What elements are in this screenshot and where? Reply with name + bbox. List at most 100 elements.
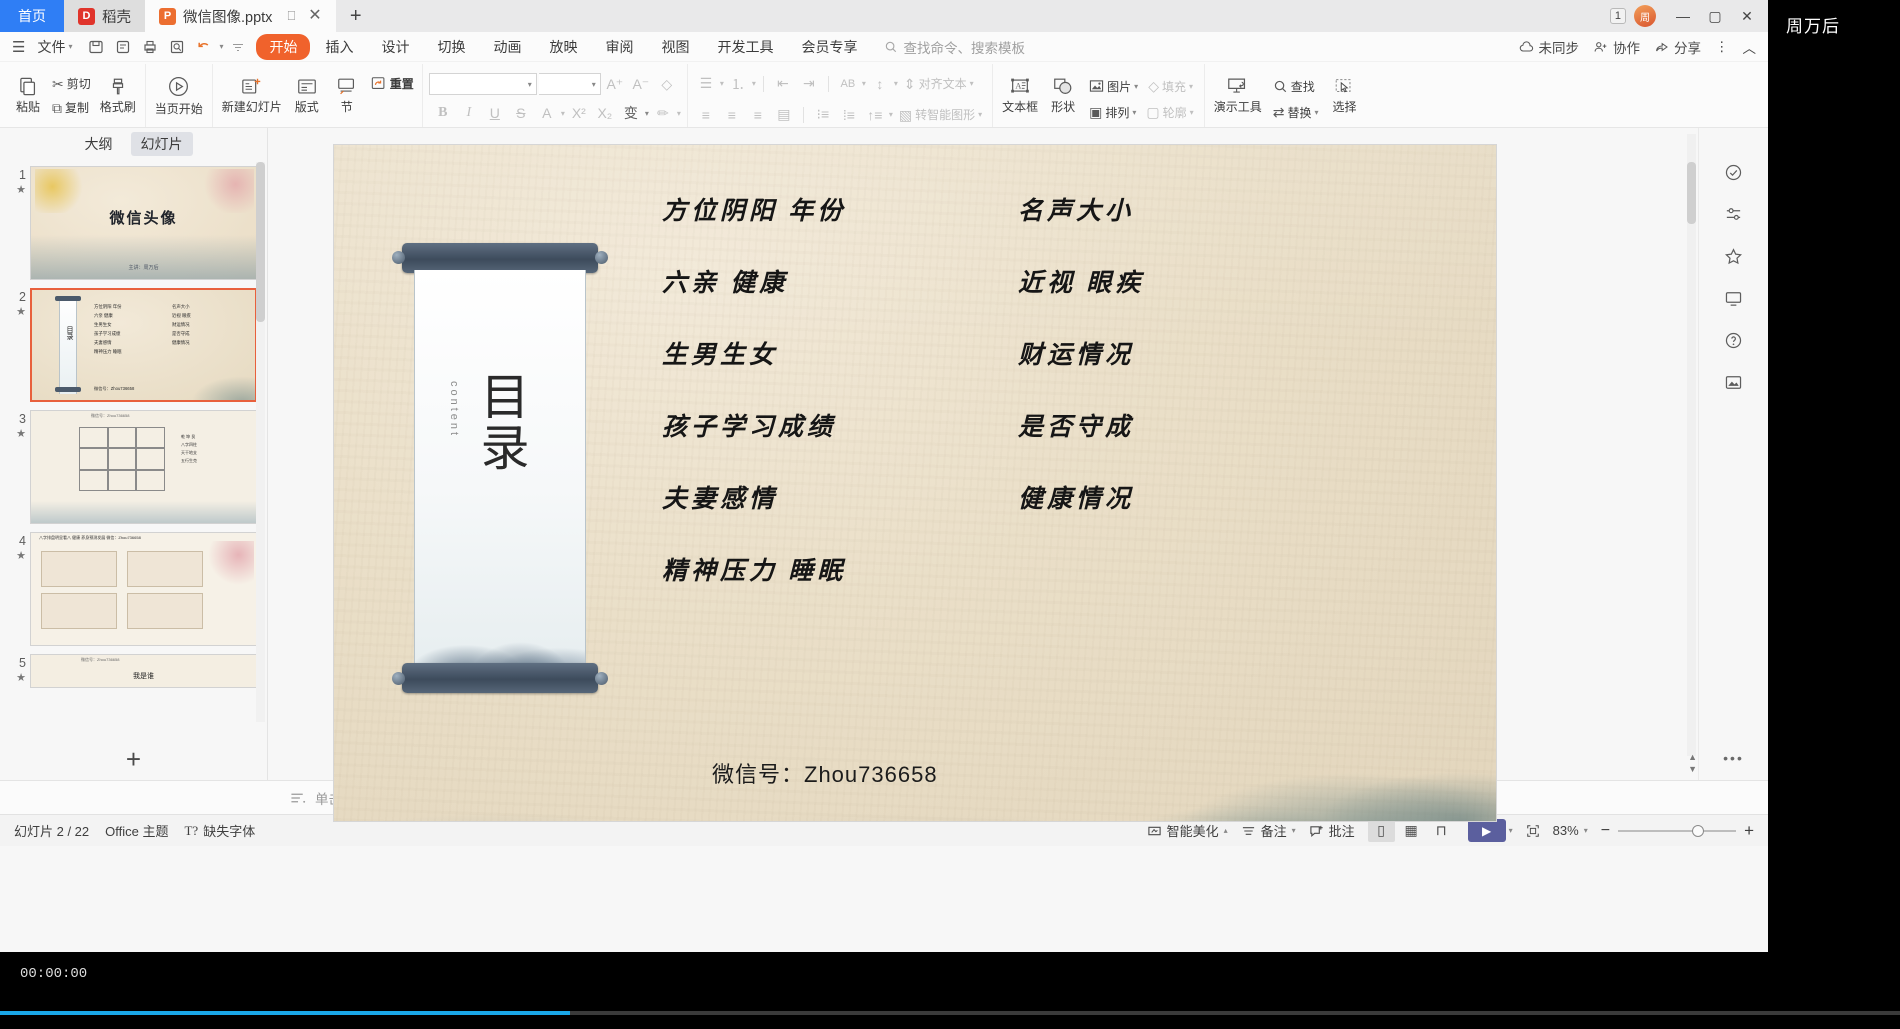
zoom-out-button[interactable]: −: [1601, 822, 1610, 840]
tab-outline-view[interactable]: 大纲: [75, 132, 123, 156]
start-slideshow-button[interactable]: ▶: [1467, 819, 1506, 842]
cut-button[interactable]: ✂ 剪切: [48, 73, 95, 94]
text-direction-icon[interactable]: AB: [836, 72, 860, 96]
zoom-slider[interactable]: − +: [1601, 821, 1754, 841]
avatar[interactable]: 周: [1634, 5, 1656, 27]
tab-slideshow[interactable]: 放映: [536, 34, 590, 60]
copy-button[interactable]: ⧉ 复制: [48, 97, 95, 118]
underline-button[interactable]: U: [483, 101, 507, 125]
thumbnail-scrollbar[interactable]: [256, 162, 265, 722]
print-preview-icon[interactable]: [111, 36, 135, 58]
customize-toolbar-icon[interactable]: [226, 36, 250, 58]
bullet-list-icon[interactable]: ☰: [694, 72, 718, 96]
favorite-star-icon[interactable]: [1720, 242, 1748, 270]
section-button[interactable]: 节: [327, 74, 367, 117]
close-window-button[interactable]: ✕: [1732, 3, 1762, 29]
collaborate-button[interactable]: 协作: [1593, 37, 1640, 57]
increase-font-size-button[interactable]: A⁺: [603, 72, 627, 96]
list-level-icon[interactable]: ↑≡: [863, 103, 887, 127]
format-pane-icon[interactable]: [1720, 200, 1748, 228]
tab-slides-view[interactable]: 幻灯片: [130, 132, 193, 156]
comment-button[interactable]: 批注: [1309, 821, 1355, 840]
maximize-button[interactable]: ▢: [1700, 3, 1730, 29]
search-command-input[interactable]: 查找命令、搜索模板: [884, 37, 1025, 57]
smart-beautify-button[interactable]: 智能美化 ▴: [1147, 821, 1228, 840]
print-find-icon[interactable]: [165, 36, 189, 58]
reset-button[interactable]: 重置: [367, 73, 418, 94]
fill-button[interactable]: ◇ 填充 ▾: [1144, 76, 1197, 97]
superscript-button[interactable]: X²: [567, 101, 591, 125]
change-case-chevron-down-icon[interactable]: ▾: [645, 109, 649, 118]
slideshow-chevron-down-icon[interactable]: ▾: [1509, 826, 1513, 835]
align-left-icon[interactable]: ≡: [694, 103, 718, 127]
font-name-input[interactable]: ▾: [428, 73, 537, 95]
zoom-slider-track[interactable]: [1618, 824, 1737, 837]
canvas-scroll-steppers[interactable]: ▲ ▼: [1688, 752, 1697, 774]
tab-start[interactable]: 开始: [256, 33, 311, 60]
tab-view[interactable]: 视图: [648, 34, 702, 60]
slide-thumbnail-3[interactable]: 3 ★ 乾 坤 艮八字四柱 天干地支 五行生克 微信号：Zhou736658: [0, 406, 267, 528]
list-level-chevron-down-icon[interactable]: ▾: [889, 110, 893, 119]
undo-icon[interactable]: [192, 36, 216, 58]
tab-animation[interactable]: 动画: [480, 34, 534, 60]
outline-button[interactable]: ▢ 轮廓 ▾: [1142, 102, 1197, 123]
align-center-icon[interactable]: ≡: [720, 103, 744, 127]
change-case-button[interactable]: 变: [619, 101, 643, 125]
align-right-icon[interactable]: ≡: [746, 103, 770, 127]
canvas-scrollbar[interactable]: [1687, 134, 1696, 756]
ribbon-more-icon[interactable]: ⋮: [1715, 39, 1729, 55]
right-rail-more-icon[interactable]: •••: [1723, 750, 1744, 766]
decrease-font-size-button[interactable]: A⁻: [629, 72, 653, 96]
strikethrough-button[interactable]: S: [509, 101, 533, 125]
scroll-graphic[interactable]: content 目录: [392, 243, 608, 693]
file-menu-button[interactable]: 文件 ▾: [31, 37, 78, 57]
line-spacing-chevron-down-icon[interactable]: ▾: [894, 79, 898, 88]
save-icon[interactable]: [84, 36, 108, 58]
layout-button[interactable]: 版式: [287, 74, 327, 117]
tab-docer[interactable]: D 稻壳: [64, 0, 145, 32]
scroll-up-icon[interactable]: ▲: [1688, 752, 1697, 762]
slide-thumbnail-1[interactable]: 1 ★ 微信头像 主讲：周万后: [0, 162, 267, 284]
distribute-icon[interactable]: ⁝≡: [811, 103, 835, 127]
slide-canvas[interactable]: content 目录 方位阴阳 年份 六亲 健康 生男生女 孩子学习成绩 夫妻感…: [334, 145, 1496, 821]
decrease-indent-icon[interactable]: ⇤: [771, 72, 795, 96]
share-button[interactable]: 分享: [1654, 37, 1701, 57]
slide-left-column[interactable]: 方位阴阳 年份 六亲 健康 生男生女 孩子学习成绩 夫妻感情 精神压力 睡眠: [662, 191, 846, 623]
notes-toggle-button[interactable]: 备注 ▾: [1241, 821, 1296, 840]
zoom-in-button[interactable]: +: [1744, 821, 1754, 841]
theme-status[interactable]: Office 主题: [105, 821, 168, 840]
zoom-level-button[interactable]: 83% ▾: [1553, 823, 1588, 838]
picture-button[interactable]: 图片 ▾: [1085, 76, 1142, 97]
justify-icon[interactable]: ▤: [772, 103, 796, 127]
tab-home[interactable]: 首页: [0, 0, 64, 32]
tab-review[interactable]: 审阅: [592, 34, 646, 60]
slide-thumbnail-list[interactable]: 1 ★ 微信头像 主讲：周万后 2 ★ 目录 方位阴阳 年份 六亲 健康 生男生…: [0, 156, 267, 738]
bold-button[interactable]: B: [431, 101, 455, 125]
notification-badge[interactable]: 1: [1609, 8, 1626, 24]
increase-indent-icon[interactable]: ⇥: [797, 72, 821, 96]
canvas-scrollbar-thumb[interactable]: [1687, 162, 1696, 224]
zoom-slider-knob[interactable]: [1692, 824, 1705, 837]
italic-button[interactable]: I: [457, 101, 481, 125]
paste-button[interactable]: 粘贴: [8, 74, 48, 117]
new-slide-button[interactable]: 新建幻灯片: [217, 74, 287, 117]
image-tools-icon[interactable]: [1720, 368, 1748, 396]
tab-developer-tools[interactable]: 开发工具: [704, 34, 786, 60]
slide-preview-3[interactable]: 乾 坤 艮八字四柱 天干地支 五行生克 微信号：Zhou736658: [30, 410, 257, 524]
menu-icon[interactable]: ☰: [8, 38, 29, 56]
minimize-button[interactable]: —: [1668, 3, 1698, 29]
text-shadow-button[interactable]: A: [535, 101, 559, 125]
number-list-icon[interactable]: ⒈: [726, 72, 750, 96]
tab-design[interactable]: 设计: [368, 34, 422, 60]
fit-to-window-button[interactable]: [1526, 824, 1540, 838]
slide-preview-1[interactable]: 微信头像 主讲：周万后: [30, 166, 257, 280]
thumbnail-scrollbar-thumb[interactable]: [256, 162, 265, 322]
undo-dropdown-icon[interactable]: ▾: [219, 42, 223, 51]
tab-member-exclusive[interactable]: 会员专享: [788, 34, 870, 60]
select-button[interactable]: 选择: [1324, 74, 1364, 117]
find-button[interactable]: 查找: [1269, 76, 1319, 97]
font-size-chevron-down-icon[interactable]: ▾: [592, 80, 596, 89]
shape-button[interactable]: 形状: [1043, 74, 1083, 117]
sync-status-button[interactable]: 未同步: [1519, 37, 1579, 57]
text-highlight-button[interactable]: ✏: [651, 101, 675, 125]
